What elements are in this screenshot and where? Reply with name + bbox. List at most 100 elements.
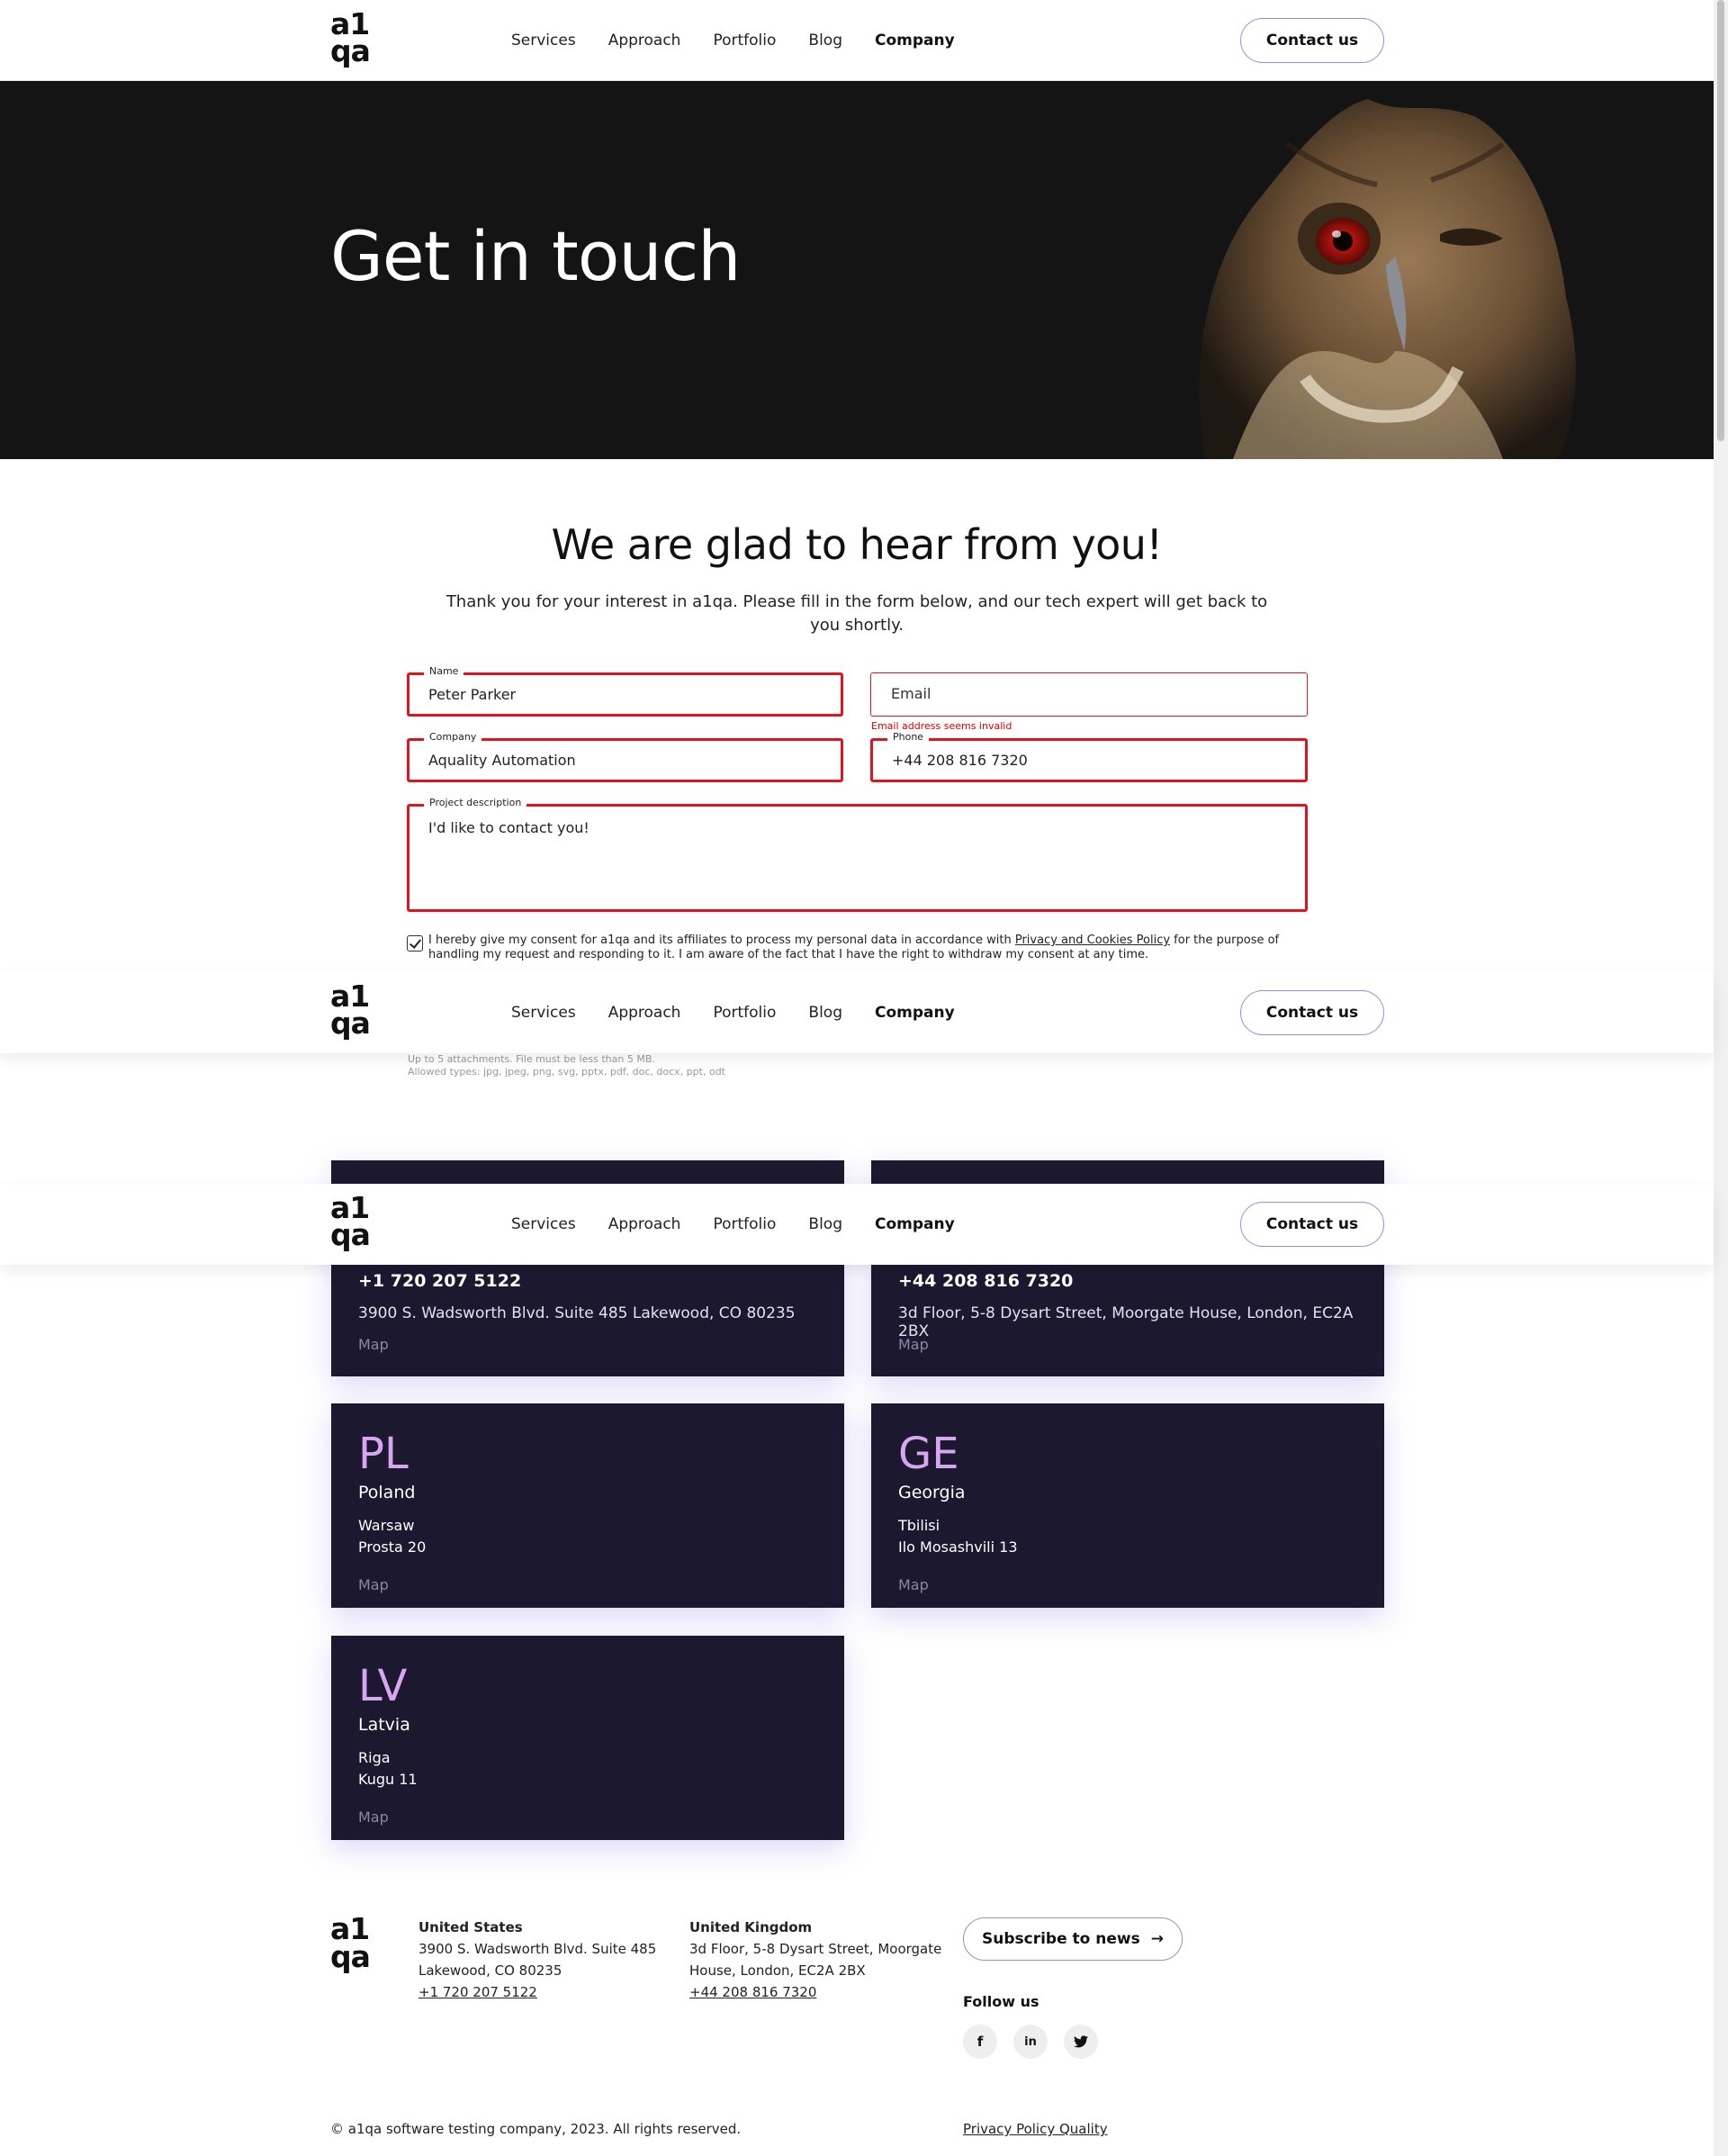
- nav-services[interactable]: Services: [511, 1004, 576, 1022]
- nav-approach[interactable]: Approach: [608, 1004, 681, 1022]
- subscribe-label: Subscribe to news: [982, 1930, 1140, 1948]
- hero-title: Get in touch: [330, 216, 741, 296]
- office-city: Riga: [358, 1749, 391, 1766]
- office-map-link[interactable]: Map: [358, 1809, 389, 1826]
- office-address: 3900 S. Wadsworth Blvd. Suite 485 Lakewo…: [358, 1304, 796, 1322]
- footer-uk-phone-link[interactable]: +44 208 816 7320: [689, 1984, 816, 2000]
- email-placeholder: Email: [891, 685, 932, 702]
- name-label: Name: [424, 665, 464, 677]
- main-nav: Services Approach Portfolio Blog Company: [511, 1184, 955, 1265]
- footer-us-title: United States: [418, 1919, 523, 1935]
- footer-logo[interactable]: a1 qa: [330, 1914, 374, 1978]
- footer-us-address-2: Lakewood, CO 80235: [418, 1962, 562, 1979]
- footer-uk-title: United Kingdom: [689, 1919, 813, 1935]
- office-city: Warsaw: [358, 1517, 415, 1534]
- footer-uk-address-2: House, London, EC2A 2BX: [689, 1962, 866, 1979]
- office-address: Riga Kugu 11: [358, 1747, 418, 1791]
- project-description-label: Project description: [424, 797, 527, 808]
- hero-section: Get in touch: [0, 81, 1714, 459]
- office-street: Prosta 20: [358, 1538, 427, 1556]
- office-card-ge: GE Georgia Tbilisi Ilo Mosashvili 13 Map: [871, 1403, 1384, 1608]
- form-subtitle: Thank you for your interest in a1qa. Ple…: [446, 592, 1268, 635]
- footer-uk-office: United Kingdom 3d Floor, 5-8 Dysart Stre…: [689, 1917, 941, 2003]
- scrollbar-thumb[interactable]: [1717, 0, 1724, 441]
- country-name: Latvia: [358, 1715, 410, 1735]
- office-map-link[interactable]: Map: [898, 1336, 929, 1353]
- phone-label: Phone: [887, 731, 930, 743]
- privacy-policy-footer-link[interactable]: Privacy Policy Quality: [963, 2121, 1108, 2137]
- office-phone[interactable]: +1 720 207 5122: [358, 1271, 521, 1291]
- main-nav: Services Approach Portfolio Blog Company: [511, 972, 955, 1053]
- contact-us-button[interactable]: Contact us: [1240, 1202, 1384, 1247]
- nav-services[interactable]: Services: [511, 1215, 576, 1233]
- project-description-textarea[interactable]: Project description I'd like to contact …: [407, 797, 1308, 912]
- footer-us-address-1: 3900 S. Wadsworth Blvd. Suite 485: [418, 1941, 657, 1957]
- nav-blog[interactable]: Blog: [808, 1004, 842, 1022]
- contact-us-button[interactable]: Contact us: [1240, 990, 1384, 1035]
- subscribe-button[interactable]: Subscribe to news →: [963, 1917, 1183, 1961]
- page-scrollbar[interactable]: [1714, 0, 1728, 2156]
- country-code: PL: [358, 1429, 409, 1479]
- name-value: Peter Parker: [428, 686, 517, 703]
- attach-limit-text: Up to 5 attachments. File must be less t…: [408, 1053, 655, 1065]
- nav-portfolio[interactable]: Portfolio: [713, 1215, 776, 1233]
- footer-us-office: United States 3900 S. Wadsworth Blvd. Su…: [418, 1917, 656, 2003]
- email-field[interactable]: Email: [870, 672, 1308, 717]
- office-map-link[interactable]: Map: [358, 1576, 389, 1593]
- office-phone[interactable]: +44 208 816 7320: [898, 1271, 1073, 1291]
- nav-approach[interactable]: Approach: [608, 1215, 681, 1233]
- copyright-text: © a1qa software testing company, 2023. A…: [330, 2121, 742, 2137]
- main-nav: Services Approach Portfolio Blog Company: [511, 0, 955, 81]
- contact-us-button[interactable]: Contact us: [1240, 18, 1384, 63]
- country-code: LV: [358, 1661, 408, 1711]
- twitter-icon[interactable]: [1064, 2025, 1098, 2059]
- facebook-icon[interactable]: f: [963, 2025, 997, 2059]
- twitter-bird-glyph: [1074, 2035, 1088, 2048]
- nav-services[interactable]: Services: [511, 32, 576, 50]
- a1qa-logo[interactable]: a1 qa: [330, 9, 374, 70]
- owl-image: [1199, 99, 1576, 459]
- nav-portfolio[interactable]: Portfolio: [713, 32, 776, 50]
- logo-line2: qa: [330, 33, 371, 68]
- office-street: Kugu 11: [358, 1771, 418, 1788]
- logo-line2: qa: [330, 1939, 371, 1974]
- nav-company[interactable]: Company: [875, 1004, 955, 1022]
- office-city: Tbilisi: [898, 1517, 940, 1534]
- privacy-policy-link[interactable]: Privacy and Cookies Policy: [1015, 934, 1170, 947]
- form-title: We are glad to hear from you!: [551, 520, 1163, 569]
- country-code: GE: [898, 1429, 959, 1479]
- site-header: a1 qa Services Approach Portfolio Blog C…: [0, 0, 1714, 81]
- attachments-note: Up to 5 attachments. File must be less t…: [408, 1053, 725, 1078]
- company-value: Aquality Automation: [428, 752, 576, 769]
- name-field[interactable]: Name Peter Parker: [407, 665, 843, 717]
- phone-value: +44 208 816 7320: [892, 752, 1028, 769]
- office-address: Warsaw Prosta 20: [358, 1515, 426, 1558]
- consent-text-before: I hereby give my consent for a1qa and it…: [428, 934, 1015, 947]
- phone-field[interactable]: Phone +44 208 816 7320: [870, 731, 1308, 782]
- sticky-header: a1 qa Services Approach Portfolio Blog C…: [0, 1184, 1714, 1265]
- office-map-link[interactable]: Map: [358, 1336, 389, 1353]
- nav-portfolio[interactable]: Portfolio: [713, 1004, 776, 1022]
- nav-company[interactable]: Company: [875, 32, 955, 50]
- sticky-header: a1 qa Services Approach Portfolio Blog C…: [0, 972, 1714, 1053]
- nav-blog[interactable]: Blog: [808, 1215, 842, 1233]
- consent-checkbox[interactable]: [407, 935, 423, 952]
- office-card-pl: PL Poland Warsaw Prosta 20 Map: [331, 1403, 844, 1608]
- country-name: Poland: [358, 1483, 416, 1502]
- company-field[interactable]: Company Aquality Automation: [407, 731, 843, 782]
- nav-blog[interactable]: Blog: [808, 32, 842, 50]
- follow-us-heading: Follow us: [963, 1993, 1040, 2010]
- a1qa-logo[interactable]: a1 qa: [330, 981, 374, 1042]
- nav-approach[interactable]: Approach: [608, 32, 681, 50]
- nav-company[interactable]: Company: [875, 1215, 955, 1233]
- logo-line2: qa: [330, 1217, 371, 1252]
- office-map-link[interactable]: Map: [898, 1576, 929, 1593]
- office-card-lv: LV Latvia Riga Kugu 11 Map: [331, 1636, 844, 1840]
- footer-uk-address-1: 3d Floor, 5-8 Dysart Street, Moorgate: [689, 1941, 942, 1957]
- country-name: Georgia: [898, 1483, 966, 1502]
- arrow-right-icon: →: [1150, 1930, 1164, 1948]
- consent-row: I hereby give my consent for a1qa and it…: [407, 934, 1307, 962]
- a1qa-logo[interactable]: a1 qa: [330, 1193, 374, 1254]
- linkedin-icon[interactable]: in: [1013, 2025, 1048, 2059]
- footer-us-phone-link[interactable]: +1 720 207 5122: [418, 1984, 537, 2000]
